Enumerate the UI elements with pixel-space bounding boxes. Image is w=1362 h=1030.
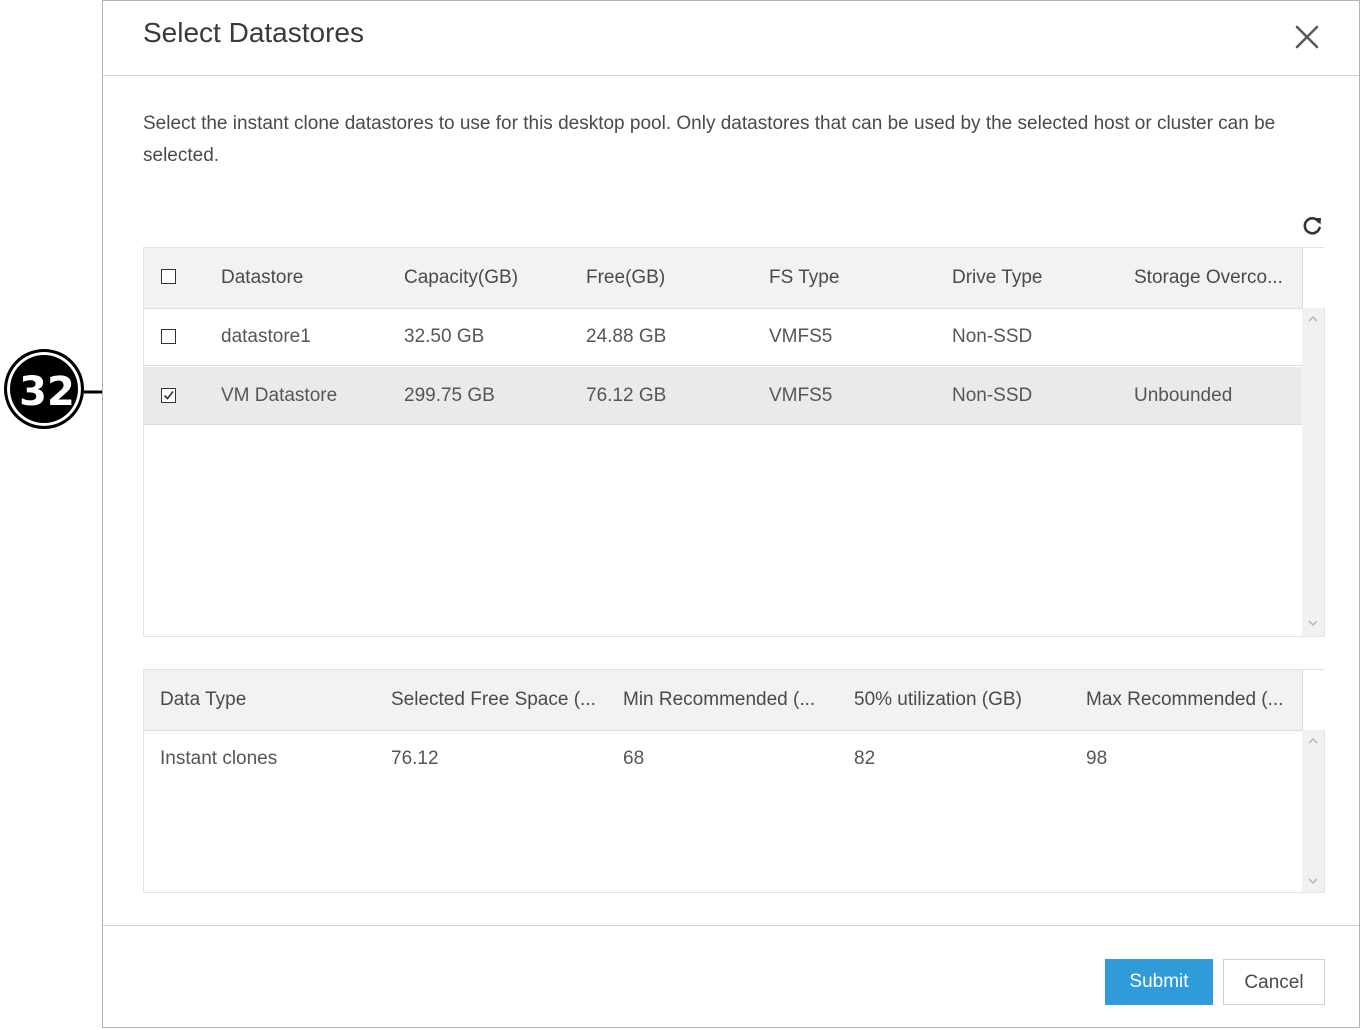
row-checkbox[interactable] xyxy=(161,329,176,344)
cell-capacity: 299.75 GB xyxy=(404,385,495,406)
summary-scrollbar[interactable] xyxy=(1302,730,1324,892)
column-header-storage-overcommit[interactable]: Storage Overco... xyxy=(1134,248,1294,308)
column-header-free[interactable]: Free(GB) xyxy=(586,248,756,308)
summary-table: Data Type Selected Free Space (... Min R… xyxy=(143,669,1325,893)
close-icon xyxy=(1295,25,1319,49)
cell-storage-overcommit: Unbounded xyxy=(1134,385,1233,406)
column-header-max-recommended[interactable]: Max Recommended (... xyxy=(1086,670,1296,730)
cell-free: 76.12 GB xyxy=(586,385,667,406)
cell-selected-free-space: 76.12 xyxy=(391,748,439,769)
close-button[interactable] xyxy=(1293,23,1321,51)
scroll-up-icon[interactable] xyxy=(1307,314,1319,324)
checkmark-icon xyxy=(163,391,174,400)
cell-drive-type: Non-SSD xyxy=(952,385,1033,406)
refresh-icon xyxy=(1303,216,1321,235)
cell-capacity: 32.50 GB xyxy=(404,326,485,347)
datastores-table-header: Datastore Capacity(GB) Free(GB) FS Type … xyxy=(144,248,1302,309)
table-row-selected[interactable]: VM Datastore 299.75 GB 76.12 GB VMFS5 No… xyxy=(144,367,1302,425)
submit-button[interactable]: Submit xyxy=(1105,959,1213,1005)
scroll-down-icon[interactable] xyxy=(1307,876,1319,886)
cell-storage-overcommit xyxy=(1134,308,1294,366)
column-header-50-utilization[interactable]: 50% utilization (GB) xyxy=(854,670,1069,730)
cell-datastore: VM Datastore xyxy=(221,385,338,406)
column-header-fs-type[interactable]: FS Type xyxy=(769,248,939,308)
table-row[interactable]: datastore1 32.50 GB 24.88 GB VMFS5 Non-S… xyxy=(144,308,1302,366)
header-scroll-cap xyxy=(1302,670,1325,730)
dialog-title: Select Datastores xyxy=(143,17,364,48)
cancel-button[interactable]: Cancel xyxy=(1223,959,1325,1005)
dialog-header: Select Datastores xyxy=(103,1,1359,76)
cell-drive-type: Non-SSD xyxy=(952,326,1033,347)
select-all-checkbox[interactable] xyxy=(161,269,176,284)
summary-table-header: Data Type Selected Free Space (... Min R… xyxy=(144,670,1302,731)
column-header-capacity[interactable]: Capacity(GB) xyxy=(404,248,574,308)
dialog-description: Select the instant clone datastores to u… xyxy=(143,113,1276,166)
cell-fs-type: VMFS5 xyxy=(769,326,833,347)
dialog-footer: Submit Cancel xyxy=(103,925,1359,1030)
table-row: Instant clones 76.12 68 82 98 xyxy=(144,730,1302,788)
datastores-scrollbar[interactable] xyxy=(1302,308,1324,636)
cell-50-utilization: 82 xyxy=(854,748,876,769)
header-scroll-cap xyxy=(1302,248,1325,308)
cell-fs-type: VMFS5 xyxy=(769,385,833,406)
select-datastores-dialog: Select Datastores Select the instant clo… xyxy=(102,0,1360,1028)
scroll-up-icon[interactable] xyxy=(1307,736,1319,746)
step-callout-badge: 32 xyxy=(4,349,84,429)
column-header-selected-free-space[interactable]: Selected Free Space (... xyxy=(391,670,606,730)
scroll-down-icon[interactable] xyxy=(1307,618,1319,628)
column-header-data-type[interactable]: Data Type xyxy=(160,670,375,730)
datastores-table: Datastore Capacity(GB) Free(GB) FS Type … xyxy=(143,247,1325,637)
cell-max-recommended: 98 xyxy=(1086,748,1108,769)
row-checkbox-checked[interactable] xyxy=(161,388,176,403)
cell-datastore: datastore1 xyxy=(221,326,311,347)
cell-min-recommended: 68 xyxy=(623,748,645,769)
step-callout-number: 32 xyxy=(19,369,75,415)
column-header-datastore[interactable]: Datastore xyxy=(221,248,391,308)
refresh-button[interactable] xyxy=(1301,215,1323,237)
cell-free: 24.88 GB xyxy=(586,326,667,347)
cell-data-type: Instant clones xyxy=(160,748,278,769)
column-header-drive-type[interactable]: Drive Type xyxy=(952,248,1122,308)
column-header-min-recommended[interactable]: Min Recommended (... xyxy=(623,670,838,730)
